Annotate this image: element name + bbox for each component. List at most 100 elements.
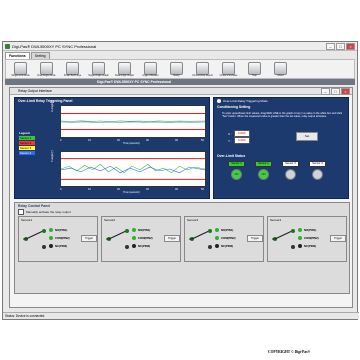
relay-sensor-3: Sensor3 NO(PIN1) COM(PIN2) NC(PIN3) Trigger [184, 216, 264, 262]
tick-x: 40 [175, 188, 178, 191]
toolbar-button-7[interactable]: Connectivity Report [191, 60, 214, 78]
manual-label: Manually activate the relay output [26, 210, 71, 214]
sensor-status-3: Sensor 3 [282, 161, 299, 180]
x-value-input[interactable]: 0.000 [233, 130, 250, 137]
relay-window-title: Relay Output Interface [18, 89, 52, 93]
pin-indicator-icon [298, 228, 302, 232]
mode-radio-row[interactable]: Over-Limit Relay Triggering Mode [217, 99, 268, 103]
maximize-icon[interactable]: □ [336, 43, 345, 50]
x-angle-chart[interactable] [60, 105, 206, 138]
minimize-icon[interactable]: – [326, 43, 335, 50]
toolbar-button-label: Angle Vibration [142, 74, 159, 77]
toolbar-button-5[interactable]: Angle Vibration [139, 60, 162, 78]
status-led-icon [285, 169, 296, 180]
legend-item-sensor-2: Sensor 2 [19, 141, 35, 145]
relay-output-window: Relay Output Interface – □ × Over-Limit … [9, 87, 353, 354]
y-angle-chart[interactable] [60, 151, 206, 187]
toolbar-button-10[interactable]: About [269, 60, 292, 78]
pin-indicator-icon [132, 228, 136, 232]
status-led-icon [312, 169, 323, 180]
window-controls: – □ × [326, 43, 355, 50]
mode-panel: Over-Limit Relay Triggering Mode Conditi… [213, 97, 349, 199]
mode-radio-icon[interactable] [217, 99, 221, 103]
series-sensor-4 [61, 165, 205, 174]
product-banner: Digi-Pas® DWL5500XY PC SYNC Professional [5, 79, 355, 85]
relay-name: Sensor1 [21, 218, 33, 222]
toolbar-button-label: Single Angle Graph [88, 74, 109, 77]
toolbar-button-9[interactable]: Help [243, 60, 266, 78]
relay-sensor-4: Sensor4 NO(PIN1) COM(PIN2) NC(PIN3) Trigger [267, 216, 347, 262]
app-logo-icon [5, 43, 10, 49]
pin-label: NO(PIN1) [55, 228, 68, 232]
tick-x: 0 [60, 188, 62, 191]
x-setting-row: X : 0.000 [228, 130, 250, 137]
close-icon[interactable]: × [346, 43, 355, 50]
trigger-button[interactable]: Trigger [81, 235, 97, 242]
pin-label: NC(PIN3) [304, 244, 317, 248]
trigger-button[interactable]: Trigger [247, 235, 263, 242]
toolbar-button-1[interactable]: Dual Angle Mode [35, 60, 58, 78]
relay-name: Sensor2 [104, 218, 116, 222]
relay-name: Sensor3 [187, 218, 199, 222]
pin-indicator-icon [49, 244, 53, 248]
legend-item-sensor-3: Sensor 3 [19, 146, 35, 150]
toolbar-button-3[interactable]: Single Angle Graph [87, 60, 110, 78]
legend: Legend Sensor 1 Sensor 2 Sensor 3 Sensor… [19, 131, 35, 155]
tick-x: 20 [117, 188, 120, 191]
y-value-input[interactable]: 0.000 [233, 137, 250, 144]
pin-label: COM(PIN2) [304, 236, 319, 240]
pin-indicator-icon [215, 236, 219, 240]
status-led-icon: ON [258, 169, 269, 180]
bottom-chart-ylabel: Y-angle(°) [51, 150, 54, 162]
pin-label: COM(PIN2) [221, 236, 236, 240]
toolbar-button-6[interactable]: Relay [165, 60, 188, 78]
set-button[interactable]: Set [296, 132, 318, 141]
mode-label: Over-Limit Relay Triggering Mode [223, 99, 268, 103]
pin-label: NO(PIN1) [304, 228, 317, 232]
sensor-status-label: Sensor 4 [309, 161, 326, 167]
pin-indicator-icon [298, 236, 302, 240]
pin-label: NC(PIN3) [221, 244, 234, 248]
relay-switch-icon [272, 229, 295, 249]
y-setting-row: Y : 0.000 [228, 137, 250, 144]
pin-label: NO(PIN1) [138, 228, 151, 232]
toolbar: Single Axis Mode Dual Angle Mode Smart Bul… [5, 59, 355, 79]
toolbar-button-8[interactable]: Online Purchase [217, 60, 240, 78]
tick-x: 50 [201, 188, 204, 191]
toolbar-button-0[interactable]: Single Axis Mode [9, 60, 32, 78]
relay-name: Sensor4 [270, 218, 282, 222]
toolbar-button-2[interactable]: Smart Bull's Eye [61, 60, 84, 78]
toolbar-button-4[interactable]: Dual Angle Graph [113, 60, 136, 78]
window-title: Digi-Pas® DWL5500XY PC SYNC Professional [12, 43, 97, 49]
legend-item-sensor-1: Sensor 1 [19, 136, 35, 140]
toolbar-button-label: Help [252, 74, 257, 77]
pin-label: NC(PIN3) [138, 244, 151, 248]
relay-switch-icon [23, 229, 46, 249]
tick-x: 40 [175, 139, 178, 142]
app-window: Digi-Pas® DWL5500XY PC SYNC Professional… [2, 41, 359, 354]
relay-switch-icon [189, 229, 212, 249]
tick-x: 30 [146, 139, 149, 142]
sensor-status-label: Sensor 2 [255, 161, 272, 167]
trigger-button[interactable]: Trigger [164, 235, 180, 242]
relay-minimize-icon[interactable]: – [321, 88, 330, 95]
pin-label: NC(PIN3) [55, 244, 68, 248]
relay-control-panel: Relay Control Panel Manually activate th… [14, 202, 350, 294]
pin-label: COM(PIN2) [138, 236, 153, 240]
tick-x: 10 [88, 139, 91, 142]
relay-maximize-icon[interactable]: □ [331, 88, 340, 95]
manual-activate-row[interactable]: Manually activate the relay output [18, 209, 71, 215]
trigger-button[interactable]: Trigger [330, 235, 346, 242]
top-chart-xlabel: Time (second) [123, 142, 140, 145]
relay-panel-title: Relay Control Panel [18, 204, 51, 208]
copyright: COPYRIGHT © Digi-Pas® [268, 350, 311, 354]
pin-indicator-icon [132, 236, 136, 240]
manual-checkbox[interactable] [18, 209, 24, 215]
sensor-status-label: Sensor 3 [282, 161, 299, 167]
relay-close-icon[interactable]: × [341, 88, 350, 95]
series-sensor-1 [61, 120, 205, 122]
pin-indicator-icon [215, 228, 219, 232]
toolbar-button-label: Dual Angle Mode [37, 74, 56, 77]
tick-x: 50 [201, 139, 204, 142]
tick-x: 10 [88, 188, 91, 191]
